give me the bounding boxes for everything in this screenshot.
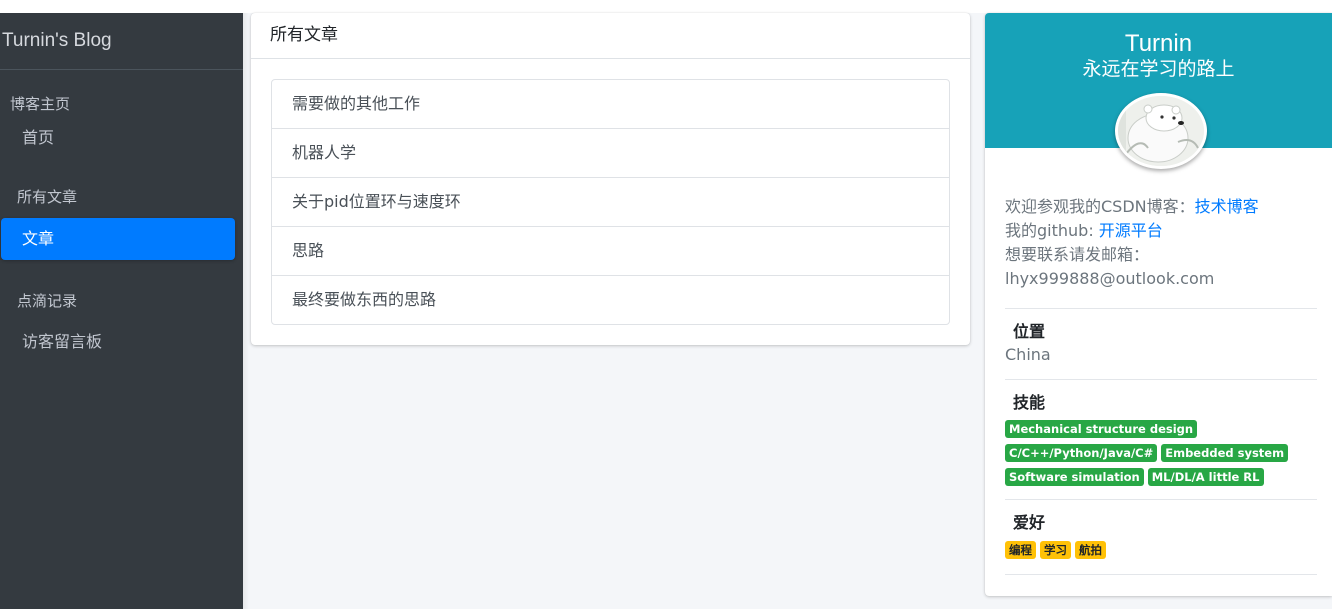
skill-badge: Mechanical structure design	[1005, 420, 1198, 438]
polar-bear-icon	[1118, 96, 1204, 166]
skill-badge: Software simulation	[1005, 468, 1144, 486]
article-item[interactable]: 最终要做东西的思路	[272, 276, 949, 324]
nav-header-notes: 点滴记录	[17, 292, 78, 310]
article-item[interactable]: 需要做的其他工作	[272, 80, 949, 129]
github-link[interactable]: 开源平台	[1099, 221, 1163, 240]
email-address: lhyx999888@outlook.com	[1005, 269, 1215, 288]
location-value: China	[1005, 345, 1051, 364]
email-prefix: 想要联系请发邮箱：	[1005, 245, 1150, 264]
skill-badge: C/C++/Python/Java/C#	[1005, 444, 1158, 462]
github-prefix: 我的github:	[1005, 221, 1099, 240]
hobby-badge: 航拍	[1075, 541, 1106, 559]
location-title: 位置	[1013, 322, 1046, 341]
profile-motto: 永远在学习的路上	[1082, 58, 1235, 80]
skills-title: 技能	[1013, 393, 1046, 412]
skill-badge: Embedded system	[1161, 444, 1289, 462]
hobby-badge: 编程	[1005, 541, 1036, 559]
divider	[1005, 574, 1317, 575]
top-strip	[0, 0, 1332, 13]
nav-header-home: 博客主页	[10, 95, 71, 113]
divider	[1005, 308, 1317, 309]
avatar	[1115, 93, 1207, 169]
hobby-badges: 编程 学习 航拍	[1005, 538, 1317, 562]
profile-body: 欢迎参观我的CSDN博客：技术博客 我的github: 开源平台 想要联系请发邮…	[985, 195, 1332, 575]
sidebar-shadow	[243, 13, 249, 609]
divider	[1005, 379, 1317, 380]
hobbies-title: 爱好	[1013, 513, 1046, 532]
article-list: 需要做的其他工作 机器人学 关于pid位置环与速度环 思路 最终要做东西的思路	[271, 79, 950, 325]
articles-card: 所有文章 需要做的其他工作 机器人学 关于pid位置环与速度环 思路 最终要做东…	[251, 13, 970, 345]
divider	[1005, 499, 1317, 500]
skill-badge: ML/DL/A little RL	[1147, 468, 1264, 486]
csdn-prefix: 欢迎参观我的CSDN博客：	[1005, 197, 1195, 216]
nav-link-guestbook[interactable]: 访客留言板	[0, 331, 243, 353]
nav-link-home[interactable]: 首页	[0, 127, 243, 149]
hobby-badge: 学习	[1040, 541, 1071, 559]
article-item[interactable]: 机器人学	[272, 129, 949, 178]
article-item[interactable]: 思路	[272, 227, 949, 276]
profile-card: Turnin 永远在学习的路上 欢迎参观我的CSDN博客：技术博客 我的gith…	[985, 13, 1332, 596]
profile-name: Turnin	[1124, 30, 1193, 57]
skills-badges: Mechanical structure design C/C++/Python…	[1005, 417, 1317, 489]
profile-intro: 欢迎参观我的CSDN博客：技术博客 我的github: 开源平台 想要联系请发邮…	[1005, 195, 1317, 291]
brand-title[interactable]: Turnin's Blog	[0, 13, 243, 70]
nav-header-articles: 所有文章	[17, 188, 78, 206]
nav-link-articles[interactable]: 文章	[1, 218, 235, 260]
articles-card-title: 所有文章	[251, 13, 970, 59]
sidebar: Turnin's Blog 博客主页 首页 所有文章 文章 点滴记录 访客留言板	[0, 13, 243, 609]
article-item[interactable]: 关于pid位置环与速度环	[272, 178, 949, 227]
csdn-link[interactable]: 技术博客	[1195, 197, 1259, 216]
